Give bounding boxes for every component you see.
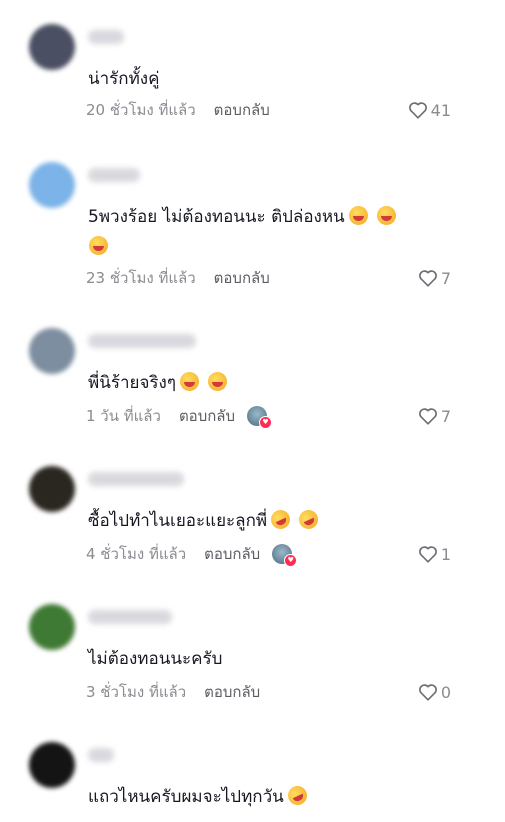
comment-text-content: ไม่ต้องทอนนะครับ: [88, 649, 223, 669]
comment-meta: 4 ชั่วโมง ที่แล้ว ตอบกลับ ♥: [86, 542, 298, 567]
comment-list: น่ารักทั้งคู่ 20 ชั่วโมง ที่แล้ว ตอบกลับ…: [0, 0, 505, 822]
comment-meta: 1 วัน ที่แล้ว ตอบกลับ ♥: [86, 404, 273, 429]
heart-outline-icon: [418, 408, 437, 425]
creator-liked-avatar: ♥: [272, 544, 298, 567]
comment-text-content: แถวไหนครับผมจะไปทุกวัน: [88, 787, 284, 807]
commenter-username[interactable]: [88, 610, 172, 624]
comment-text: ซื้อไปทำไนเยอะแยะลูกพี่: [88, 506, 468, 536]
comment-item: ไม่ต้องทอนนะครับ 3 ชั่วโมง ที่แล้ว ตอบกล…: [0, 594, 505, 714]
reply-button[interactable]: ตอบกลับ: [179, 404, 235, 428]
comment-timestamp: 3 ชั่วโมง ที่แล้ว: [86, 683, 187, 701]
heart-outline-icon: [408, 102, 427, 119]
comment-text-content: พี่นิร้ายจริงๆ: [88, 373, 176, 393]
comment-text-content: ซื้อไปทำไนเยอะแยะลูกพี่: [88, 511, 268, 531]
comment-text: ไม่ต้องทอนนะครับ: [88, 644, 468, 674]
grinning-face-icon: [348, 206, 368, 225]
like-count: 7: [440, 406, 451, 426]
comment-item: แถวไหนครับผมจะไปทุกวัน: [0, 732, 505, 822]
comment-meta: 20 ชั่วโมง ที่แล้ว ตอบกลับ: [86, 100, 270, 120]
heart-outline-icon: [418, 684, 437, 701]
heart-outline-icon: [418, 546, 437, 563]
like-button[interactable]: 1: [418, 544, 451, 564]
rolling-laughing-face-icon: [284, 782, 310, 809]
comment-timestamp: 1 วัน ที่แล้ว: [86, 407, 161, 425]
comment-item: พี่นิร้ายจริงๆ 1 วัน ที่แล้ว ตอบกลับ ♥ 7: [0, 318, 505, 438]
grinning-face-icon: [89, 236, 108, 255]
comment-item: น่ารักทั้งคู่ 20 ชั่วโมง ที่แล้ว ตอบกลับ…: [0, 14, 505, 134]
grinning-face-icon: [376, 206, 396, 225]
like-count: 41: [430, 100, 451, 120]
grinning-face-icon: [180, 372, 199, 391]
commenter-avatar[interactable]: [29, 604, 75, 650]
comment-text: 5พวงร้อย ไม่ต้องทอนนะ ติปล่องหน: [88, 202, 468, 262]
comment-item: ซื้อไปทำไนเยอะแยะลูกพี่ 4 ชั่วโมง ที่แล้…: [0, 456, 505, 576]
grinning-face-icon: [208, 372, 227, 391]
heart-badge-icon: ♥: [284, 554, 298, 567]
comment-timestamp: 23 ชั่วโมง ที่แล้ว: [86, 269, 196, 287]
like-count: 7: [440, 268, 451, 288]
comment-item: 5พวงร้อย ไม่ต้องทอนนะ ติปล่องหน 23 ชั่วโ…: [0, 152, 505, 302]
like-button[interactable]: 41: [408, 100, 451, 120]
reply-button[interactable]: ตอบกลับ: [214, 98, 270, 122]
like-button[interactable]: 7: [418, 406, 451, 426]
like-count: 1: [440, 544, 451, 564]
heart-outline-icon: [418, 270, 437, 287]
reply-button[interactable]: ตอบกลับ: [204, 542, 260, 566]
commenter-avatar[interactable]: [29, 742, 75, 788]
rolling-laughing-face-icon: [295, 506, 322, 533]
comment-timestamp: 4 ชั่วโมง ที่แล้ว: [86, 545, 187, 563]
comment-meta: 23 ชั่วโมง ที่แล้ว ตอบกลับ: [86, 268, 270, 288]
commenter-avatar[interactable]: [29, 162, 75, 208]
comment-meta: 3 ชั่วโมง ที่แล้ว ตอบกลับ: [86, 682, 260, 702]
comment-text-content: น่ารักทั้งคู่: [88, 69, 160, 89]
like-count: 0: [440, 682, 451, 702]
commenter-avatar[interactable]: [29, 24, 75, 70]
commenter-username[interactable]: [88, 30, 124, 44]
comment-text: พี่นิร้ายจริงๆ: [88, 368, 468, 398]
heart-badge-icon: ♥: [259, 416, 273, 429]
like-button[interactable]: 0: [418, 682, 451, 702]
comment-timestamp: 20 ชั่วโมง ที่แล้ว: [86, 101, 196, 119]
commenter-username[interactable]: [88, 334, 196, 348]
commenter-avatar[interactable]: [29, 328, 75, 374]
reply-button[interactable]: ตอบกลับ: [204, 680, 260, 704]
reply-button[interactable]: ตอบกลับ: [214, 266, 270, 290]
rolling-laughing-face-icon: [267, 506, 294, 533]
like-button[interactable]: 7: [418, 268, 451, 288]
creator-liked-avatar: ♥: [247, 406, 273, 429]
comment-text: น่ารักทั้งคู่: [88, 64, 468, 94]
commenter-avatar[interactable]: [29, 466, 75, 512]
commenter-username[interactable]: [88, 748, 114, 762]
commenter-username[interactable]: [88, 472, 184, 486]
commenter-username[interactable]: [88, 168, 140, 182]
comment-text: แถวไหนครับผมจะไปทุกวัน: [88, 782, 468, 812]
comment-text-content: 5พวงร้อย ไม่ต้องทอนนะ ติปล่องหน: [88, 207, 345, 227]
